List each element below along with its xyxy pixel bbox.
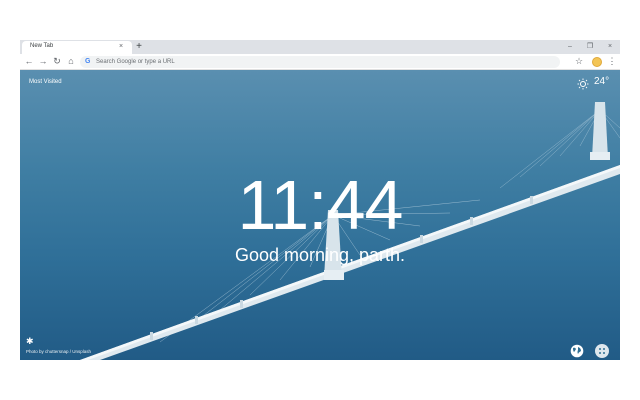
omnibox[interactable]: G Search Google or type a URL	[80, 56, 560, 68]
close-window-icon[interactable]: ×	[604, 42, 616, 52]
greeting-text: Good morning, parth.	[234, 245, 406, 265]
menu-icon[interactable]: ⋮	[606, 55, 618, 68]
new-tab-button[interactable]: +	[133, 41, 145, 53]
new-tab-page: Most Visited 24° 11:44 Good morning, par…	[20, 70, 620, 360]
sun-icon	[577, 78, 589, 90]
home-icon[interactable]: ⌂	[65, 55, 77, 68]
minimize-icon[interactable]: –	[564, 42, 576, 52]
back-icon[interactable]: ←	[23, 55, 35, 68]
tab-new-tab[interactable]: New Tab ×	[22, 41, 132, 54]
apps-grid-icon[interactable]	[595, 344, 609, 358]
browser-toolbar: ← → ↻ ⌂ G Search Google or type a URL ☆ …	[20, 54, 620, 70]
google-icon: G	[85, 58, 91, 65]
photo-credit[interactable]: Photo by chuttersnap / Unsplash	[26, 349, 91, 354]
bookmark-star-icon[interactable]: ☆	[573, 55, 585, 68]
tab-title: New Tab	[30, 43, 54, 49]
browser-window: New Tab × + – ❐ × ← → ↻ ⌂ G Search Googl…	[20, 40, 620, 360]
reload-icon[interactable]: ↻	[51, 55, 63, 68]
globe-icon[interactable]	[570, 344, 584, 358]
omnibox-placeholder: Search Google or type a URL	[96, 59, 175, 65]
profile-avatar[interactable]	[592, 57, 602, 67]
restore-icon[interactable]: ❐	[584, 42, 596, 52]
gear-icon[interactable]: ✱	[26, 336, 34, 346]
clock-time: 11:44	[237, 166, 404, 244]
tab-close-icon[interactable]: ×	[119, 42, 123, 52]
forward-icon[interactable]: →	[37, 55, 49, 68]
tab-strip: New Tab × + – ❐ ×	[20, 40, 620, 54]
most-visited-label[interactable]: Most Visited	[29, 79, 62, 85]
temperature[interactable]: 24°	[594, 76, 609, 87]
